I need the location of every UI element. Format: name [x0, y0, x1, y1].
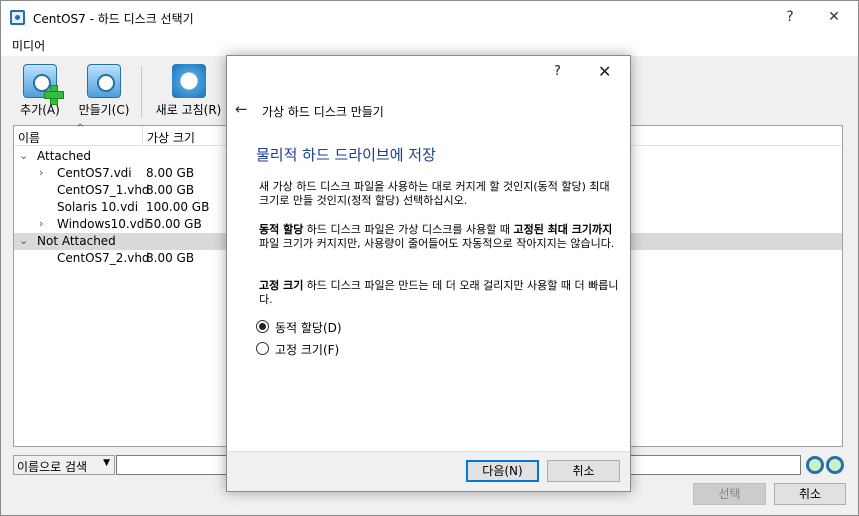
- chevron-right-icon[interactable]: ›: [39, 217, 43, 230]
- dialog-close-button[interactable]: ✕: [598, 62, 611, 81]
- close-button[interactable]: ✕: [824, 7, 844, 27]
- disk-name: Windows10.vdi: [57, 217, 148, 231]
- search-next-icon[interactable]: [826, 456, 844, 474]
- fixed-description: 고정 크기 하드 디스크 파일은 만드는 데 더 오래 걸리지만 사용할 때 더…: [259, 279, 619, 307]
- search-previous-icon[interactable]: [806, 456, 824, 474]
- add-button[interactable]: 추가(A): [15, 64, 65, 119]
- next-button[interactable]: 다음(N): [466, 460, 539, 482]
- column-separator[interactable]: [142, 126, 143, 146]
- fixed-term: 고정 크기: [259, 279, 304, 292]
- search-mode-label: 이름으로 검색: [17, 460, 88, 474]
- search-mode-select[interactable]: 이름으로 검색 ▼: [13, 455, 115, 475]
- sort-ascending-icon: ^: [76, 123, 85, 134]
- caret-down-icon: ▼: [103, 458, 110, 468]
- radio-dynamic-label: 동적 할당(D): [275, 321, 342, 335]
- disk-size: 8.00 GB: [146, 166, 195, 180]
- help-button[interactable]: ?: [780, 7, 800, 27]
- page-title: 물리적 하드 드라이브에 저장: [256, 146, 436, 164]
- radio-unchecked-icon[interactable]: [256, 342, 269, 355]
- disk-size: 50.00 GB: [146, 217, 202, 231]
- choose-button[interactable]: 선택: [693, 483, 766, 505]
- dialog-help-button[interactable]: ?: [554, 64, 561, 79]
- create-virtual-disk-dialog: ? ✕ ← 가상 하드 디스크 만들기 물리적 하드 드라이브에 저장 새 가상…: [226, 55, 631, 492]
- dynamic-mid: 하드 디스크 파일은 가상 디스크를 사용할 때: [303, 223, 514, 236]
- create-button-label: 만들기(C): [78, 103, 130, 117]
- dialog-footer: 다음(N) 취소: [227, 451, 630, 491]
- refresh-button[interactable]: 새로 고침(R): [151, 64, 226, 119]
- refresh-button-label: 새로 고침(R): [155, 103, 222, 117]
- toolbar-separator: [141, 66, 142, 118]
- disk-name: Solaris 10.vdi: [57, 200, 139, 214]
- refresh-icon: [171, 64, 206, 98]
- group-label: Attached: [37, 149, 91, 163]
- fixed-rest: 하드 디스크 파일은 만드는 데 더 오래 걸리지만 사용할 때 더 빠릅니다.: [259, 279, 619, 306]
- disk-name: CentOS7_1.vhd: [57, 183, 150, 197]
- create-disk-icon: [87, 64, 121, 98]
- column-name-header[interactable]: 이름: [18, 129, 40, 146]
- plus-icon: [44, 85, 64, 105]
- back-arrow-icon[interactable]: ←: [235, 100, 248, 118]
- chevron-down-icon[interactable]: ⌄: [19, 234, 28, 247]
- menu-bar: 미디어: [1, 34, 858, 56]
- radio-fixed-label: 고정 크기(F): [275, 343, 340, 357]
- disk-size: 8.00 GB: [146, 251, 195, 265]
- dynamic-description: 동적 할당 하드 디스크 파일은 가상 디스크를 사용할 때 고정된 최대 크기…: [259, 223, 619, 251]
- group-label: Not Attached: [37, 234, 116, 248]
- virtualbox-app-icon: [10, 10, 25, 25]
- disk-name: CentOS7.vdi: [57, 166, 132, 180]
- chevron-down-icon[interactable]: ⌄: [19, 149, 28, 162]
- dynamic-term: 동적 할당: [259, 223, 304, 236]
- radio-checked-icon[interactable]: [256, 320, 269, 333]
- cancel-button[interactable]: 취소: [774, 483, 846, 505]
- disk-size: 8.00 GB: [146, 183, 195, 197]
- dynamic-term-max: 고정된 최대 크기까지: [513, 223, 613, 236]
- chevron-right-icon[interactable]: ›: [39, 166, 43, 179]
- create-button[interactable]: 만들기(C): [73, 64, 135, 119]
- intro-text: 새 가상 하드 디스크 파일을 사용하는 대로 커지게 할 것인지(동적 할당)…: [259, 180, 610, 207]
- dialog-cancel-button[interactable]: 취소: [547, 460, 620, 482]
- wizard-title: 가상 하드 디스크 만들기: [262, 105, 384, 119]
- window-title: CentOS7 - 하드 디스크 선택기: [33, 12, 194, 26]
- dynamic-rest: 파일 크기가 커지지만, 사용량이 줄어들어도 자동적으로 작아지지는 않습니다…: [259, 237, 615, 250]
- menu-media[interactable]: 미디어: [12, 37, 45, 54]
- add-disk-icon: [23, 64, 64, 105]
- title-bar: CentOS7 - 하드 디스크 선택기 ? ✕: [1, 1, 858, 34]
- disk-size: 100.00 GB: [146, 200, 210, 214]
- disk-name: CentOS7_2.vhd: [57, 251, 150, 265]
- column-size-header[interactable]: 가상 크기: [147, 129, 195, 146]
